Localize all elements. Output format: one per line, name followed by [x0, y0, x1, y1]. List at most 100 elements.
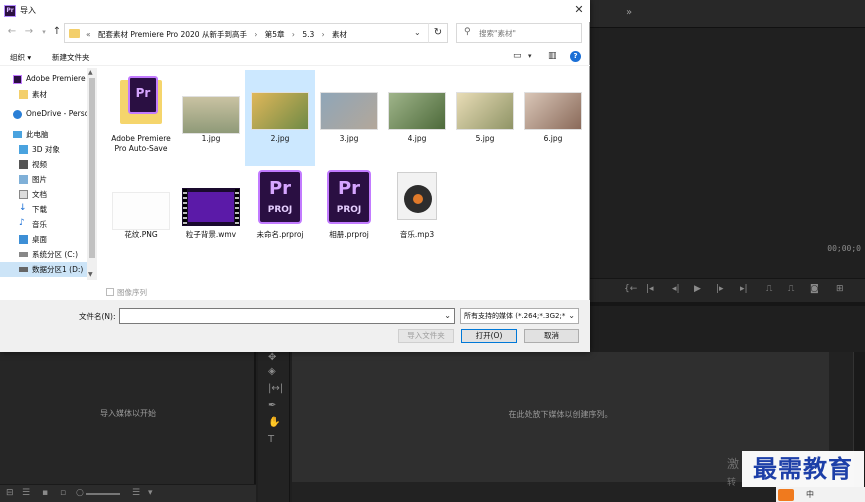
- file-item[interactable]: 6.jpg: [518, 70, 588, 166]
- help-icon[interactable]: ?: [570, 51, 581, 62]
- new-folder-button[interactable]: 新建文件夹: [52, 52, 90, 63]
- computer-icon: [13, 131, 22, 138]
- nav-item-music[interactable]: ♪ 音乐: [0, 217, 87, 232]
- file-item[interactable]: 2.jpg: [245, 70, 315, 166]
- scroll-down-icon[interactable]: ▼: [88, 271, 93, 278]
- view-options-icon[interactable]: ▾: [528, 52, 532, 60]
- cancel-button[interactable]: 取消: [524, 329, 579, 343]
- image-sequence-checkbox[interactable]: 图像序列: [106, 287, 147, 298]
- import-folder-button[interactable]: 导入文件夹: [398, 329, 454, 343]
- documents-icon: [19, 190, 28, 199]
- button-editor-icon[interactable]: ⊞: [836, 284, 844, 294]
- play-icon[interactable]: ▶: [694, 284, 701, 294]
- dialog-title: 导入: [20, 6, 36, 15]
- freeform-view-icon[interactable]: ▫: [60, 488, 66, 498]
- image-thumbnail: [524, 92, 582, 130]
- sort-icon[interactable]: ☰: [132, 488, 140, 498]
- nav-item-premiere[interactable]: Adobe Premiere: [0, 72, 87, 87]
- image-thumbnail: [320, 92, 378, 130]
- close-icon[interactable]: ✕: [572, 3, 586, 17]
- scrollbar-thumb[interactable]: [89, 78, 95, 258]
- search-input[interactable]: [479, 27, 577, 40]
- import-dialog: Pr 导入 ✕ ← → ▾ ↑ « 配套素材 Premiere Pro 2020…: [0, 0, 590, 352]
- recent-locations-icon[interactable]: ▾: [38, 26, 50, 38]
- pen-tool-icon[interactable]: ✒: [268, 400, 276, 411]
- breadcrumb-item[interactable]: 素材: [332, 30, 347, 39]
- navpane-scrollbar[interactable]: ▲ ▼: [87, 68, 97, 280]
- file-item[interactable]: 1.jpg: [176, 70, 246, 166]
- selection-tool-icon[interactable]: ✥: [268, 352, 276, 363]
- breadcrumb-item[interactable]: 第5章: [265, 30, 285, 39]
- address-bar[interactable]: « 配套素材 Premiere Pro 2020 从新手到高手 › 第5章 › …: [64, 23, 448, 43]
- scroll-up-icon[interactable]: ▲: [88, 69, 93, 76]
- file-item[interactable]: Pr Adobe Premiere Pro Auto-Save: [106, 70, 176, 166]
- forward-icon[interactable]: →: [23, 26, 35, 38]
- file-item[interactable]: 花纹.PNG: [106, 168, 176, 264]
- nav-item-videos[interactable]: 视频: [0, 157, 87, 172]
- nav-item-drive-c[interactable]: 系统分区 (C:): [0, 247, 87, 262]
- file-item[interactable]: Pr PROJ 未命名.prproj: [245, 168, 315, 264]
- razor-tool-icon[interactable]: ◈: [268, 366, 276, 377]
- open-button[interactable]: 打开(O): [461, 329, 517, 343]
- nav-item-drive-d[interactable]: 数据分区1 (D:): [0, 262, 87, 277]
- drive-icon: [19, 252, 28, 257]
- tray-app-icon: [778, 489, 794, 501]
- change-view-icon[interactable]: ▭: [513, 51, 522, 61]
- desktop-icon: [19, 235, 28, 244]
- breadcrumb-item[interactable]: 配套素材 Premiere Pro 2020 从新手到高手: [98, 30, 247, 39]
- go-to-out-icon[interactable]: ▸|: [740, 284, 748, 294]
- tools-panel: ✥ ◈ |↔| ✒ ✋ T: [258, 352, 290, 502]
- file-item[interactable]: 5.jpg: [450, 70, 520, 166]
- chevron-down-icon[interactable]: ⌄: [414, 28, 421, 37]
- go-to-in-icon[interactable]: |◂: [646, 284, 654, 294]
- step-forward-frame-icon[interactable]: |▸: [716, 284, 724, 294]
- zoom-out-icon[interactable]: ○: [76, 488, 84, 498]
- nav-item-sucai[interactable]: 素材: [0, 87, 87, 102]
- file-item[interactable]: Pr PROJ 相册.prproj: [314, 168, 384, 264]
- slip-tool-icon[interactable]: |↔|: [268, 383, 283, 394]
- icon-view-icon[interactable]: ▪: [42, 488, 48, 498]
- music-icon: ♪: [19, 218, 25, 228]
- lift-icon[interactable]: ⎍: [766, 284, 772, 294]
- panel-overflow-icon[interactable]: »: [626, 7, 632, 18]
- export-frame-icon[interactable]: ◙: [810, 284, 819, 294]
- nav-item-pictures[interactable]: 图片: [0, 172, 87, 187]
- checkbox-box[interactable]: [106, 288, 114, 296]
- program-timecode: 00;00;0: [827, 244, 861, 253]
- breadcrumb-item[interactable]: 5.3: [302, 30, 314, 39]
- nav-item-3d[interactable]: 3D 对象: [0, 142, 87, 157]
- nav-item-desktop[interactable]: 桌面: [0, 232, 87, 247]
- nav-item-downloads[interactable]: ↓ 下载: [0, 202, 87, 217]
- image-thumbnail: [456, 92, 514, 130]
- organize-button[interactable]: 组织 ▾: [10, 52, 31, 63]
- up-icon[interactable]: ↑: [51, 26, 63, 38]
- hand-tool-icon[interactable]: ✋: [268, 417, 280, 428]
- step-back-frame-icon[interactable]: ◂|: [672, 284, 680, 294]
- zoom-slider[interactable]: [86, 493, 120, 495]
- activation-text: 激: [727, 457, 740, 471]
- list-view-icon[interactable]: ☰: [22, 488, 30, 498]
- search-box[interactable]: ⚲: [456, 23, 582, 43]
- automate-icon[interactable]: ▾: [148, 488, 153, 498]
- file-item[interactable]: 音乐.mp3: [382, 168, 452, 264]
- nav-item-this-pc[interactable]: 此电脑: [0, 127, 87, 142]
- extract-icon[interactable]: ⎍: [788, 284, 794, 294]
- chevron-down-icon[interactable]: ⌄: [568, 309, 575, 323]
- nav-item-onedrive[interactable]: OneDrive - Perso: [0, 107, 87, 122]
- back-icon[interactable]: ←: [6, 26, 18, 38]
- type-tool-icon[interactable]: T: [268, 434, 274, 445]
- preview-pane-icon[interactable]: ▥: [548, 51, 557, 61]
- lock-icon[interactable]: ⊟: [6, 488, 14, 498]
- premiere-project-icon: Pr PROJ: [327, 170, 371, 224]
- filename-field[interactable]: ⌄: [119, 308, 455, 324]
- chevron-down-icon[interactable]: ⌄: [444, 311, 451, 320]
- file-item[interactable]: 4.jpg: [382, 70, 452, 166]
- nav-item-documents[interactable]: 文档: [0, 187, 87, 202]
- file-type-select[interactable]: 所有支持的媒体 (*.264;*.3G2;* ⌄: [460, 308, 579, 324]
- audio-file-icon: [397, 172, 437, 220]
- refresh-icon[interactable]: ↻: [428, 23, 448, 43]
- file-item[interactable]: 3.jpg: [314, 70, 384, 166]
- file-item[interactable]: 粒子背景.wmv: [176, 168, 246, 264]
- program-transport-controls: {← |◂ ◂| ▶ |▸ ▸| ⎍ ⎍ ◙ ⊞: [590, 278, 865, 302]
- step-back-icon[interactable]: {←: [624, 284, 637, 294]
